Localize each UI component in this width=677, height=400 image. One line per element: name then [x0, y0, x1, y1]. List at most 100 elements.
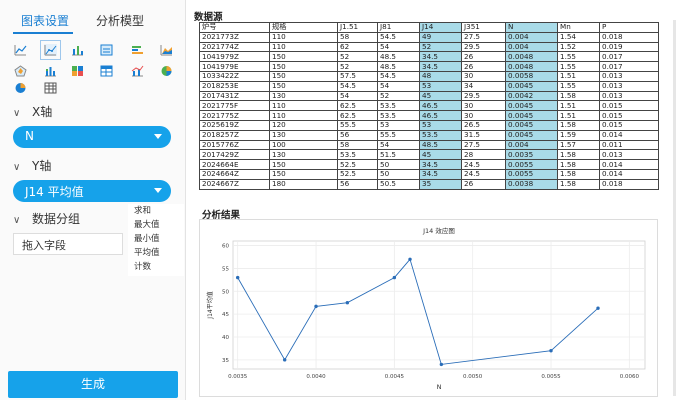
- effect-chart: 0.0035 0.0040 0.0045 0.0050 0.0055 0.0060 35 40…: [199, 219, 658, 397]
- x-tick-label: 0.0060: [620, 374, 640, 380]
- table-chart-icon[interactable]: [100, 65, 113, 77]
- vertical-scrollbar[interactable]: [673, 20, 676, 396]
- table-cell: 54: [377, 139, 420, 151]
- table-cell: 52: [419, 41, 462, 53]
- pie-chart-icon[interactable]: [14, 82, 27, 94]
- table-row: 2024664Z 150 52.5 50 34.5 24.5 0.0055 1.58 0.014: [199, 168, 659, 180]
- chevron-down-icon[interactable]: ∨: [13, 215, 23, 226]
- column-header: N: [505, 22, 558, 33]
- table-cell: 48: [419, 70, 462, 82]
- table-cell: 53.5: [337, 149, 378, 161]
- table-cell: 0.018: [599, 178, 659, 190]
- data-point: [235, 275, 240, 280]
- bar-chart-icon[interactable]: [71, 44, 84, 56]
- agg-option-min[interactable]: 最小值: [128, 232, 184, 246]
- column-header: 规格: [269, 22, 338, 33]
- table-cell: 46.5: [419, 100, 462, 112]
- table-cell: 1033422Z: [199, 70, 270, 82]
- table-cell: 24.5: [461, 168, 506, 180]
- table-cell: 50: [377, 168, 420, 180]
- table-cell: 52: [337, 51, 378, 63]
- table-row: 2025619Z 120 55.5 53 53 26.5 0.0045 1.58 0.015: [199, 119, 659, 131]
- data-source-title: 数据源: [194, 12, 223, 23]
- table-cell: 50.5: [377, 178, 420, 190]
- table-cell: 0.015: [599, 110, 659, 121]
- grid-heatmap-icon[interactable]: [71, 65, 84, 77]
- horizontal-bar-icon[interactable]: [131, 44, 144, 56]
- table-cell: 62.5: [337, 110, 378, 121]
- x-tick-label: 0.0040: [306, 374, 326, 380]
- table-cell: 0.017: [599, 61, 659, 72]
- table-cell: 0.015: [599, 100, 659, 112]
- combo-chart-icon[interactable]: [131, 65, 144, 77]
- line-chart-icon[interactable]: [14, 44, 27, 56]
- table-cell: 0.017: [599, 51, 659, 63]
- agg-option-avg[interactable]: 平均值: [128, 246, 184, 260]
- table-cell: 1.55: [557, 80, 600, 92]
- table-cell: 2021775Z: [199, 110, 270, 121]
- group-drop-zone[interactable]: 拖入字段: [13, 233, 123, 255]
- table-cell: 58: [337, 139, 378, 151]
- table-cell: 26.5: [461, 119, 506, 131]
- generate-button[interactable]: 生成: [8, 371, 178, 398]
- agg-option-sum[interactable]: 求和: [128, 204, 184, 218]
- table-cell: 0.019: [599, 41, 659, 53]
- table-cell: 2015776Z: [199, 139, 270, 151]
- agg-option-max[interactable]: 最大值: [128, 218, 184, 232]
- x-axis-select[interactable]: N: [13, 126, 171, 148]
- table-cell: 1.51: [557, 110, 600, 121]
- table-row: 2021774Z 110 62 54 52 29.5 0.004 1.52 0.019: [199, 41, 659, 53]
- x-axis-value: N: [25, 129, 34, 143]
- table-row: 2024664E 150 52.5 50 34.5 24.5 0.0055 1.58 0.014: [199, 159, 659, 170]
- y-tick-label: 45: [222, 312, 229, 318]
- table-cell: 28: [461, 149, 506, 161]
- table-cell: 0.0058: [505, 70, 558, 82]
- agg-option-count[interactable]: 计数: [128, 260, 184, 274]
- table-cell: 2017431Z: [199, 90, 270, 102]
- column-header: P: [599, 22, 659, 33]
- data-table-icon[interactable]: [44, 82, 57, 94]
- table-cell: 1.58: [557, 119, 600, 131]
- table-cell: 0.0045: [505, 119, 558, 131]
- table-cell: 55.5: [377, 129, 420, 141]
- column-chart-icon[interactable]: [100, 44, 113, 56]
- settings-tabs: 图表设置 分析模型: [0, 0, 185, 36]
- main-content: 数据源 炉号 规格 J1.51 J81 J14 J351 N Mn P 2021773Z 110 5…: [188, 0, 677, 400]
- column-header: J81: [377, 22, 420, 33]
- radar-chart-icon[interactable]: [14, 65, 27, 77]
- table-cell: 130: [269, 129, 338, 141]
- scatter-chart-icon[interactable]: [40, 40, 61, 60]
- table-cell: 30: [461, 110, 506, 121]
- table-row: 2024667Z 180 56 50.5 35 26 0.0038 1.58 0.018: [199, 178, 659, 190]
- table-cell: 53: [419, 119, 462, 131]
- table-cell: 49: [419, 31, 462, 43]
- area-chart-icon[interactable]: [160, 44, 173, 56]
- table-cell: 0.014: [599, 159, 659, 170]
- table-row: 2021773Z 110 58 54.5 49 27.5 0.004 1.54 0.018: [199, 31, 659, 43]
- table-row: 2017429Z 130 53.5 51.5 45 28 0.0035 1.58 0.013: [199, 149, 659, 161]
- table-header-row: 炉号 规格 J1.51 J81 J14 J351 N Mn P: [199, 22, 659, 33]
- column-header: Mn: [557, 22, 600, 33]
- table-cell: 1.58: [557, 159, 600, 170]
- chart-title: J14 效应图: [422, 226, 455, 235]
- tab-analysis-model[interactable]: 分析模型: [96, 12, 144, 29]
- table-cell: 0.0038: [505, 178, 558, 190]
- x-axis-title: N: [437, 383, 442, 391]
- table-cell: 1.54: [557, 31, 600, 43]
- table-cell: 34.5: [419, 168, 462, 180]
- stacked-bar-icon[interactable]: [44, 65, 57, 77]
- y-axis-select[interactable]: J14 平均值: [13, 180, 171, 202]
- x-tick-label: 0.0045: [385, 374, 405, 380]
- table-cell: 1.57: [557, 139, 600, 151]
- tab-chart-settings[interactable]: 图表设置: [21, 12, 69, 29]
- chevron-down-icon[interactable]: ∨: [13, 162, 23, 173]
- table-cell: 52: [377, 90, 420, 102]
- table-cell: 53: [419, 80, 462, 92]
- pie3d-chart-icon[interactable]: [160, 65, 173, 77]
- table-cell: 110: [269, 41, 338, 53]
- chevron-down-icon[interactable]: ∨: [13, 108, 23, 119]
- table-cell: 56: [337, 178, 378, 190]
- data-point: [314, 304, 318, 309]
- table-cell: 0.004: [505, 31, 558, 43]
- data-point: [392, 275, 397, 280]
